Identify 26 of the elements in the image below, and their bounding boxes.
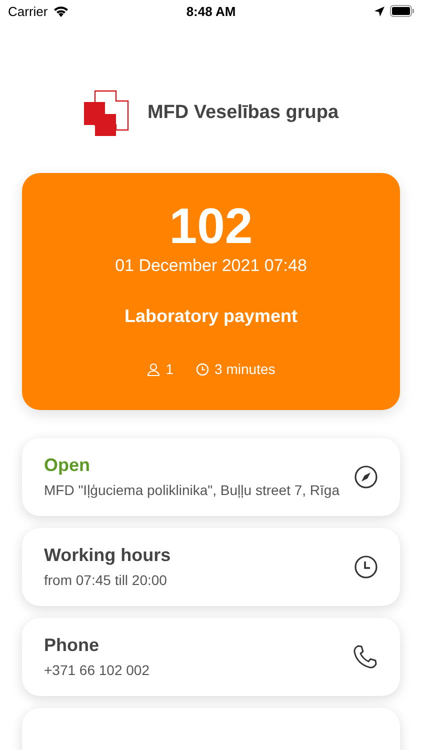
clock-time: 8:48 AM [186,4,236,18]
battery-icon [390,5,414,17]
card-text: from 07:45 till 20:00 [44,571,168,589]
info-card[interactable]: Working hours from 07:45 till 20:00 [22,528,400,606]
clock-icon[interactable] [354,555,378,579]
clock-icon [196,362,209,376]
card-text: MFD "Iļģuciema poliklinika", Buļļu street 7, Rīga [44,481,340,499]
info-card[interactable]: Phone +371 66 102 002 [22,618,400,696]
card-text: +371 66 102 002 [44,661,150,679]
info-card[interactable]: Open MFD "Iļģuciema poliklinika", Buļļu street 7, Rīga [22,438,400,516]
location-arrow-icon [374,6,385,16]
ticket-number: 102 [169,198,253,254]
wait-time: 3 minutes [214,361,276,377]
carrier-label: Carrier [8,4,48,18]
service-name: Laboratory payment [124,306,298,327]
card-title: Working hours [44,545,172,566]
ticket-datetime: 01 December 2021 07:48 [115,256,307,276]
compass-icon[interactable] [354,465,378,489]
wifi-icon [52,5,69,17]
person-icon [146,362,160,376]
card-title: Open [44,455,92,476]
logo-icon [83,90,130,136]
phone-icon[interactable] [352,644,378,670]
people-count: 1 [166,361,174,377]
card-title: Phone [44,635,100,656]
app-title: MFD Veselības grupa [147,102,339,124]
